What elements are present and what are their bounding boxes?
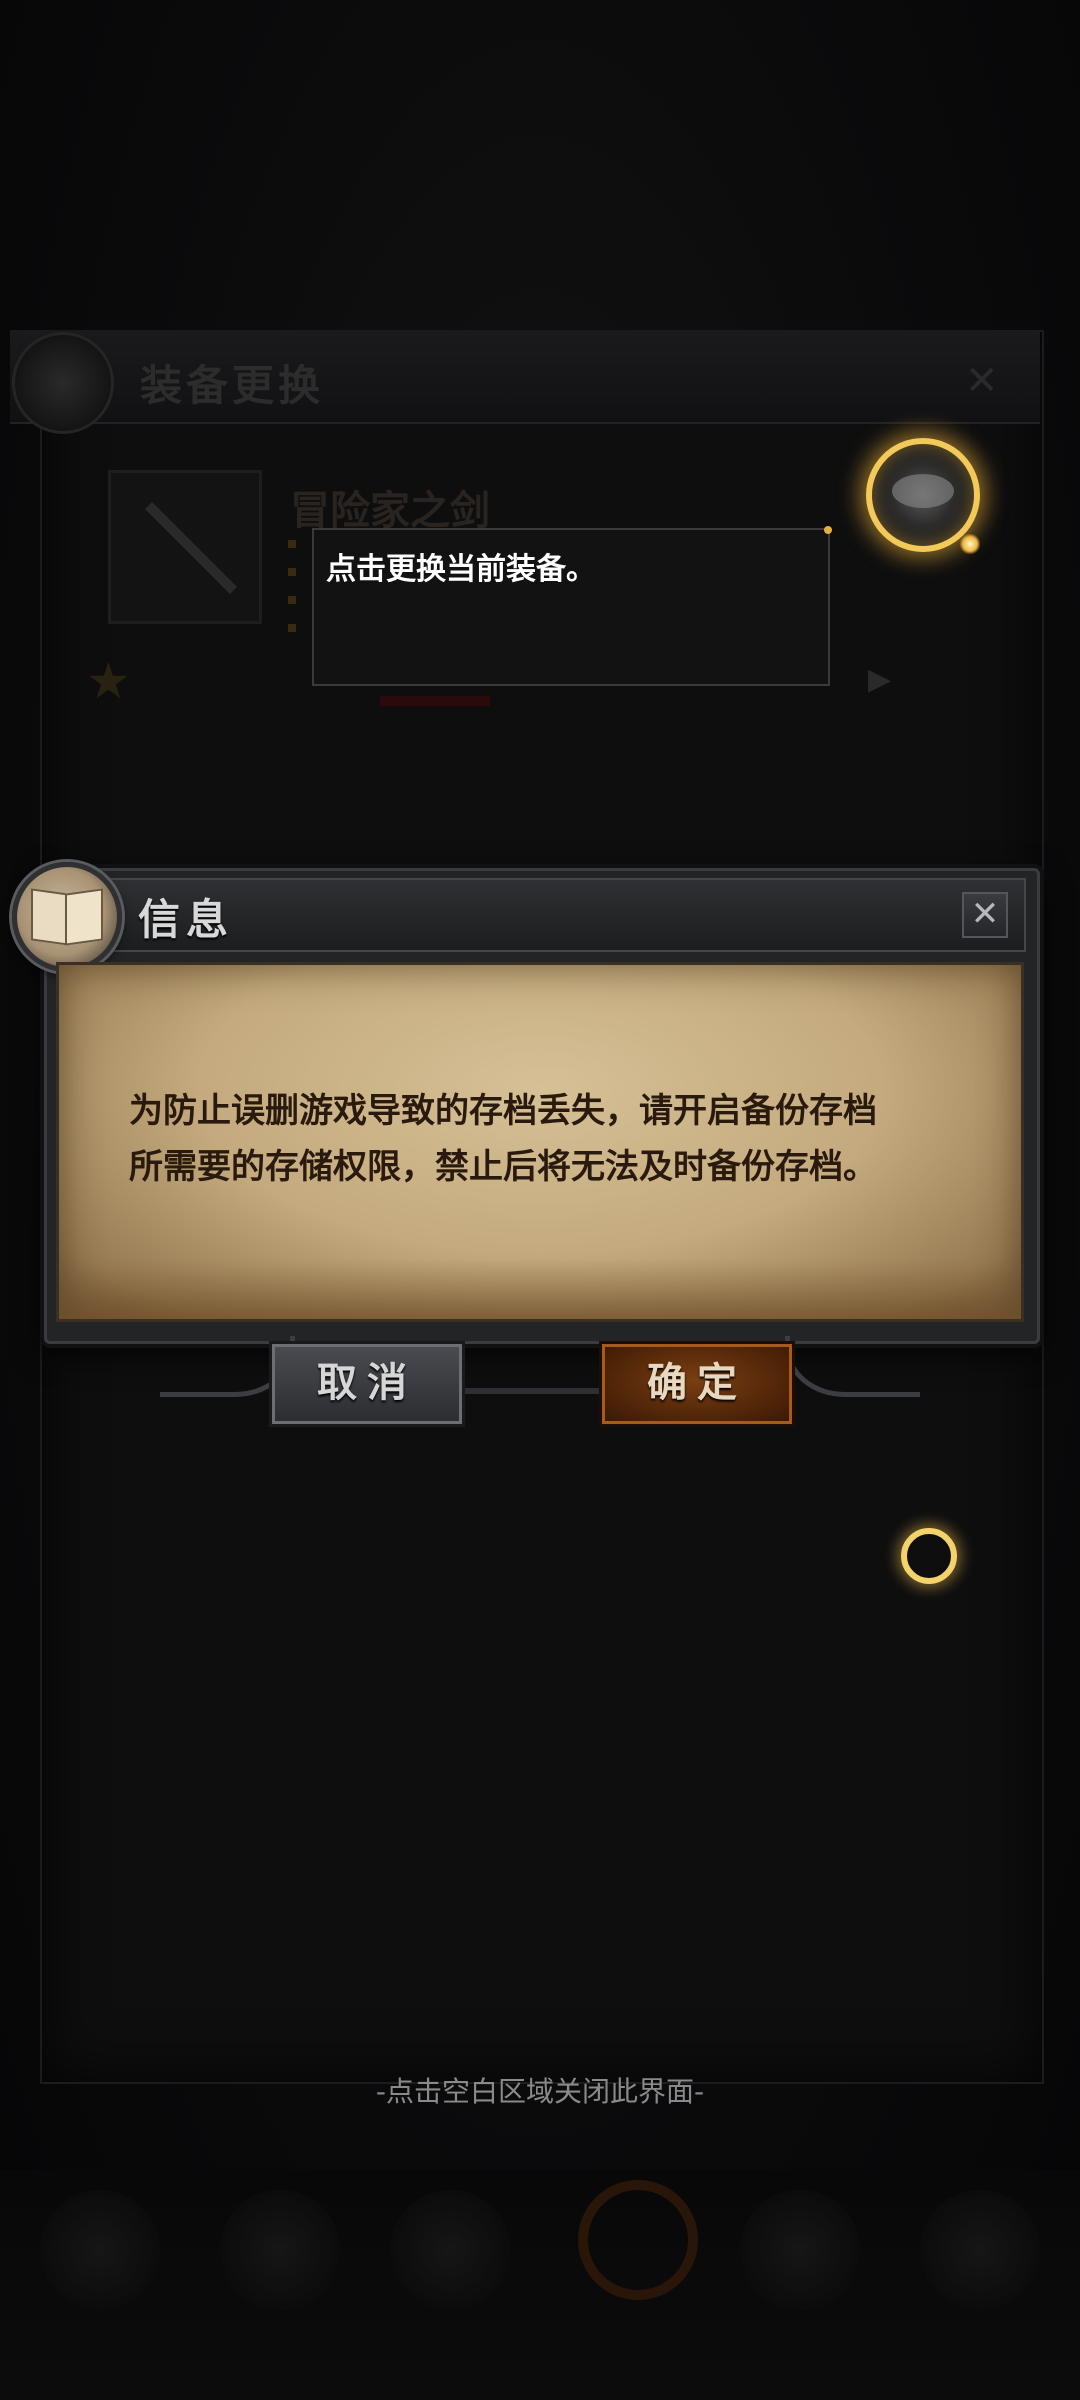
dialog-message-area: 为防止误删游戏导致的存档丢失，请开启备份存档 所需要的存储权限，禁止后将无法及时…	[56, 962, 1024, 1322]
message-line: 所需要的存储权限，禁止后将无法及时备份存档。	[129, 1147, 877, 1187]
background-nav-item	[220, 2190, 340, 2310]
background-nav-ring	[578, 2180, 698, 2300]
background-panel-icon	[12, 332, 114, 434]
guide-tooltip: 点击更换当前装备。	[312, 526, 832, 686]
background-nav-item	[40, 2190, 160, 2310]
background-nav-item	[740, 2190, 860, 2310]
close-hint[interactable]: -点击空白区域关闭此界面-	[0, 2070, 1080, 2110]
background-item-slot	[108, 470, 262, 624]
guide-indicator-ring	[901, 1528, 957, 1584]
star-icon: ★	[86, 652, 131, 710]
background-close-icon: ✕	[965, 358, 999, 404]
background-nav-item	[920, 2190, 1040, 2310]
message-line: 为防止误删游戏导致的存档丢失，请开启备份存档	[129, 1091, 877, 1131]
dialog-message: 为防止误删游戏导致的存档丢失，请开启备份存档 所需要的存储权限，禁止后将无法及时…	[129, 1083, 969, 1195]
background-bottom-nav	[0, 2170, 1080, 2400]
game-screen: 装备更换 ✕ 冒险家之剑 ★ ▶ 点击更换当前装备。 信息 ✕ 为防止误删游戏导…	[0, 0, 1080, 2400]
equipment-icon	[892, 474, 954, 508]
tooltip-pointer-dot	[824, 526, 832, 534]
cancel-button[interactable]: 取消	[272, 1344, 462, 1424]
tooltip-text: 点击更换当前装备。	[326, 552, 596, 587]
background-red-bar	[380, 696, 490, 706]
close-button[interactable]: ✕	[962, 892, 1008, 938]
background-nav-item	[390, 2190, 510, 2310]
book-icon	[12, 862, 122, 972]
equipment-highlight-ring[interactable]	[866, 438, 980, 554]
confirm-button[interactable]: 确定	[602, 1344, 792, 1424]
background-panel-title: 装备更换	[140, 361, 325, 410]
background-arrow-button: ▶	[868, 662, 892, 697]
sword-icon	[145, 502, 237, 594]
dialog-title: 信息	[138, 895, 235, 944]
sparkle-icon	[960, 534, 980, 554]
background-attribute-bullets	[288, 540, 298, 640]
